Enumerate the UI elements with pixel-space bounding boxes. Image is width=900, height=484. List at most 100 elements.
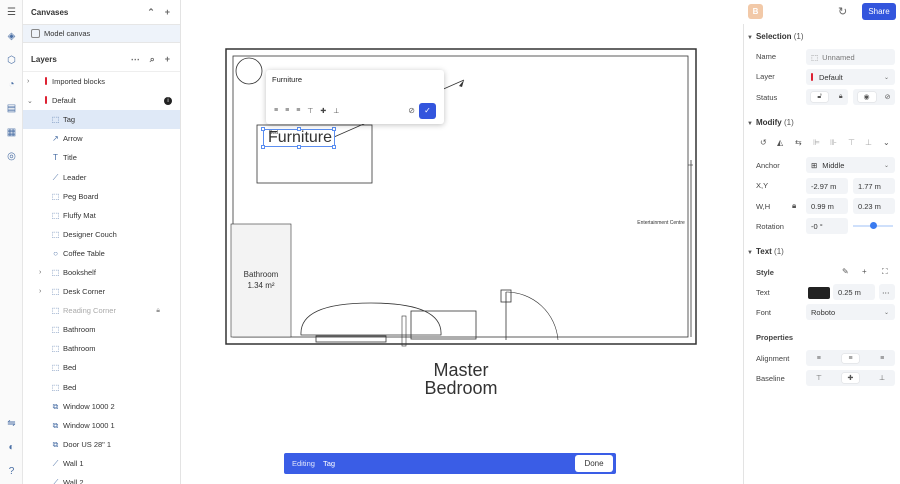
layer-row[interactable]: ⧉ Door US 28" 1 — [23, 435, 180, 454]
align-middle-icon[interactable]: ✚ — [320, 107, 326, 115]
resize-handle[interactable] — [261, 127, 265, 131]
lock-icon[interactable]: 🔒︎ — [839, 93, 843, 101]
detach-style-icon[interactable]: ⛶ — [882, 267, 888, 277]
resize-handle[interactable] — [261, 145, 265, 149]
share-button[interactable]: Share — [862, 3, 896, 20]
search-icon[interactable]: ⌕ — [150, 54, 155, 65]
cancel-icon[interactable]: ⊘ — [408, 106, 415, 115]
help-icon[interactable]: ? — [5, 465, 18, 478]
layer-row[interactable]: › ⬚ Bookshelf — [23, 263, 180, 282]
baseline-middle-icon[interactable]: ✚ — [841, 373, 860, 383]
layer-row[interactable]: ⬚ Tag — [23, 110, 180, 130]
layer-row[interactable]: ⬚ Bathroom — [23, 339, 180, 358]
align-top-icon[interactable]: ⊤ — [848, 138, 855, 147]
comments-icon[interactable]: ◎ — [5, 150, 18, 163]
library-icon[interactable]: ▦ — [5, 126, 18, 139]
more-icon[interactable]: ⋯ — [879, 284, 895, 300]
x-input[interactable]: -2.97 m — [806, 178, 848, 194]
avatar[interactable]: B — [748, 4, 763, 19]
layer-row[interactable]: › Imported blocks — [23, 72, 180, 91]
align-right-icon[interactable]: ≡ — [880, 355, 884, 362]
text-color-swatch[interactable] — [808, 287, 830, 299]
unlock-icon[interactable]: 🔓︎ — [811, 92, 828, 102]
chevron-down-icon[interactable]: ⌄ — [27, 97, 33, 105]
filter-icon[interactable]: ⇋ — [5, 417, 18, 430]
canvas-item[interactable]: Model canvas — [23, 24, 180, 43]
resize-handle[interactable] — [297, 145, 301, 149]
align-right-icon[interactable]: ≡ — [296, 107, 300, 115]
done-button[interactable]: Done — [575, 455, 613, 472]
link-icon[interactable]: 🔒︎ — [792, 201, 796, 211]
align-left-icon[interactable]: ≡ — [274, 107, 278, 115]
layer-row[interactable]: ⧉ Window 1000 1 — [23, 416, 180, 435]
layer-row[interactable]: ↗ Arrow — [23, 129, 180, 148]
anchor-select[interactable]: ⊞ Middle ⌄ — [806, 157, 895, 173]
rotation-input[interactable]: -0 ° — [806, 218, 848, 234]
alignment-control[interactable]: ≡ ≡ ≡ — [806, 350, 895, 366]
name-field[interactable]: ⬚ Unnamed — [806, 49, 895, 65]
drawing-canvas[interactable]: Bathroom 1.34 m² Entertainment Centre Ma… — [181, 0, 743, 484]
layer-row[interactable]: ⬚ Bed — [23, 358, 180, 377]
align-top-icon[interactable]: ⊤ — [307, 107, 313, 115]
add-canvas-icon[interactable]: + — [165, 7, 170, 18]
layer-row[interactable]: ⟋ Wall 1 — [23, 454, 180, 473]
edit-style-icon[interactable]: ✎ — [842, 267, 849, 276]
visibility-toggle[interactable]: ◉ ⊘ — [853, 89, 895, 105]
menu-icon[interactable]: ☰ — [5, 6, 18, 19]
documents-icon[interactable]: ▤ — [5, 102, 18, 115]
text-section-header[interactable]: ▼ Text (1) — [747, 247, 784, 256]
align-left-icon[interactable]: ≡ — [817, 355, 821, 362]
shapes-icon[interactable]: ◔ — [5, 78, 18, 91]
cube-icon[interactable]: ⬡ — [5, 54, 18, 67]
info-badge[interactable]: i — [164, 96, 172, 105]
rotation-slider[interactable] — [853, 222, 893, 229]
layers-icon[interactable]: ◈ — [5, 30, 18, 43]
theme-icon[interactable]: ◐ — [5, 441, 18, 454]
slider-knob[interactable] — [870, 222, 877, 229]
layer-row[interactable]: ⬚ Bed — [23, 378, 180, 397]
layer-row[interactable]: ⬚ Reading Corner 🔒︎ — [23, 301, 180, 320]
layer-select[interactable]: Default ⌄ — [806, 69, 895, 85]
history-icon[interactable]: ↻ — [838, 5, 847, 18]
collapse-icon[interactable]: ⌃ — [147, 7, 155, 18]
chevron-right-icon[interactable]: › — [39, 269, 41, 276]
layer-row[interactable]: T Title — [23, 148, 180, 167]
layer-row[interactable]: ⌄ Default i — [23, 91, 180, 110]
selection-section-header[interactable]: ▼ Selection (1) — [747, 32, 804, 41]
add-layer-icon[interactable]: + — [165, 54, 170, 65]
lock-toggle[interactable]: 🔓︎ 🔒︎ — [806, 89, 848, 105]
chevron-right-icon[interactable]: › — [27, 78, 29, 85]
confirm-button[interactable]: ✓ — [419, 103, 436, 119]
flip-icon[interactable]: ◭ — [777, 138, 783, 147]
layer-row[interactable]: › ⬚ Desk Corner — [23, 282, 180, 301]
baseline-control[interactable]: ⊤ ✚ ⊥ — [806, 370, 895, 386]
eye-off-icon[interactable]: ⊘ — [885, 93, 891, 101]
more-icon[interactable]: ⋯ — [131, 54, 140, 65]
mirror-icon[interactable]: ⇆ — [795, 138, 802, 147]
layer-row[interactable]: ⟋ Wall 2 — [23, 473, 180, 484]
baseline-bottom-icon[interactable]: ⊥ — [879, 374, 885, 382]
y-input[interactable]: 1.77 m — [853, 178, 895, 194]
chevron-down-icon[interactable]: ⌄ — [883, 138, 890, 147]
layer-row[interactable]: ⬚ Bathroom — [23, 320, 180, 339]
rotate-icon[interactable]: ↺ — [760, 138, 767, 147]
modify-section-header[interactable]: ▼ Modify (1) — [747, 118, 794, 127]
layer-row[interactable]: ⬚ Peg Board — [23, 187, 180, 206]
font-select[interactable]: Roboto ⌄ — [806, 304, 895, 320]
baseline-top-icon[interactable]: ⊤ — [816, 374, 822, 382]
layer-row[interactable]: ⬚ Fluffy Mat — [23, 206, 180, 225]
resize-handle[interactable] — [332, 145, 336, 149]
lock-icon[interactable]: 🔒︎ — [156, 307, 160, 315]
resize-handle[interactable] — [297, 127, 301, 131]
align-center-icon[interactable]: ≡ — [285, 107, 289, 115]
chevron-right-icon[interactable]: › — [39, 288, 41, 295]
layer-row[interactable]: ○ Coffee Table — [23, 244, 180, 263]
align-bottom-icon[interactable]: ⊥ — [333, 107, 339, 115]
layer-row[interactable]: ⧉ Window 1000 2 — [23, 397, 180, 416]
text-editor-input[interactable]: Furniture — [272, 75, 302, 84]
add-style-icon[interactable]: + — [862, 267, 867, 276]
width-input[interactable]: 0.99 m — [806, 198, 848, 214]
text-size-input[interactable]: 0.25 m — [833, 284, 875, 300]
resize-handle[interactable] — [332, 127, 336, 131]
align-left-icon[interactable]: ⊫ — [813, 138, 820, 147]
